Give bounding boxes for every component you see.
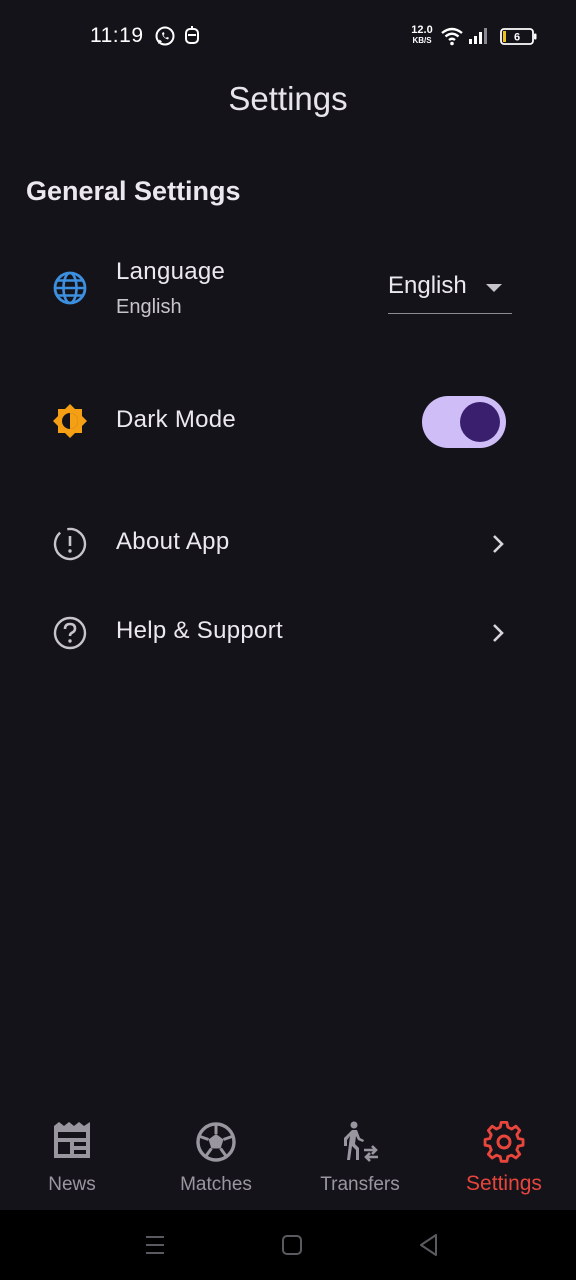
- nav-label-transfers: Transfers: [320, 1174, 400, 1195]
- nav-item-transfers[interactable]: Transfers: [288, 1104, 432, 1210]
- language-label: Language: [116, 258, 226, 285]
- page-title: Settings: [228, 80, 348, 117]
- notification-icon: [185, 26, 199, 44]
- help-support-label: Help & Support: [116, 617, 283, 644]
- system-navigation-bar: [0, 1210, 576, 1280]
- caret-down-icon: [486, 284, 502, 292]
- net-speed: 12.0 KB/S: [411, 24, 433, 46]
- svg-text:6: 6: [514, 32, 520, 44]
- back-icon[interactable]: [416, 1232, 442, 1258]
- nav-item-settings[interactable]: Settings: [432, 1104, 576, 1210]
- chevron-right-icon: [493, 535, 504, 553]
- help-icon: [53, 616, 87, 650]
- nav-item-matches[interactable]: Matches: [144, 1104, 288, 1210]
- about-app-row[interactable]: About App: [0, 520, 576, 568]
- battery-icon: 6: [500, 28, 537, 45]
- language-dropdown-value: English: [388, 272, 467, 299]
- info-icon: [53, 527, 87, 561]
- bottom-navigation: News Matches Transfers Settings: [0, 1104, 576, 1210]
- nav-item-news[interactable]: News: [0, 1104, 144, 1210]
- language-current-value: English: [116, 296, 182, 318]
- nav-label-settings: Settings: [466, 1172, 542, 1195]
- toggle-knob: [460, 402, 500, 442]
- status-time: 11:19: [90, 24, 144, 47]
- wifi-icon: [441, 27, 463, 46]
- brightness-icon: [53, 404, 87, 438]
- chevron-right-icon: [493, 624, 504, 642]
- nav-label-news: News: [48, 1174, 96, 1195]
- about-app-label: About App: [116, 528, 230, 555]
- nav-label-matches: Matches: [180, 1174, 252, 1195]
- news-icon: [54, 1122, 90, 1158]
- gear-icon: [483, 1120, 525, 1163]
- help-support-row[interactable]: Help & Support: [0, 609, 576, 657]
- section-title: General Settings: [26, 176, 241, 206]
- dark-mode-toggle[interactable]: [422, 396, 506, 448]
- language-dropdown[interactable]: English: [388, 268, 512, 314]
- signal-icon: [469, 28, 487, 44]
- soccer-ball-icon: [196, 1122, 236, 1162]
- home-icon[interactable]: [279, 1232, 305, 1258]
- globe-icon: [53, 271, 87, 305]
- whatsapp-icon: [155, 26, 175, 46]
- menu-icon[interactable]: [142, 1232, 168, 1258]
- transfer-icon: [344, 1121, 378, 1162]
- dark-mode-label: Dark Mode: [116, 406, 237, 433]
- status-bar: 11:19 12.0 KB/S 6: [0, 0, 576, 72]
